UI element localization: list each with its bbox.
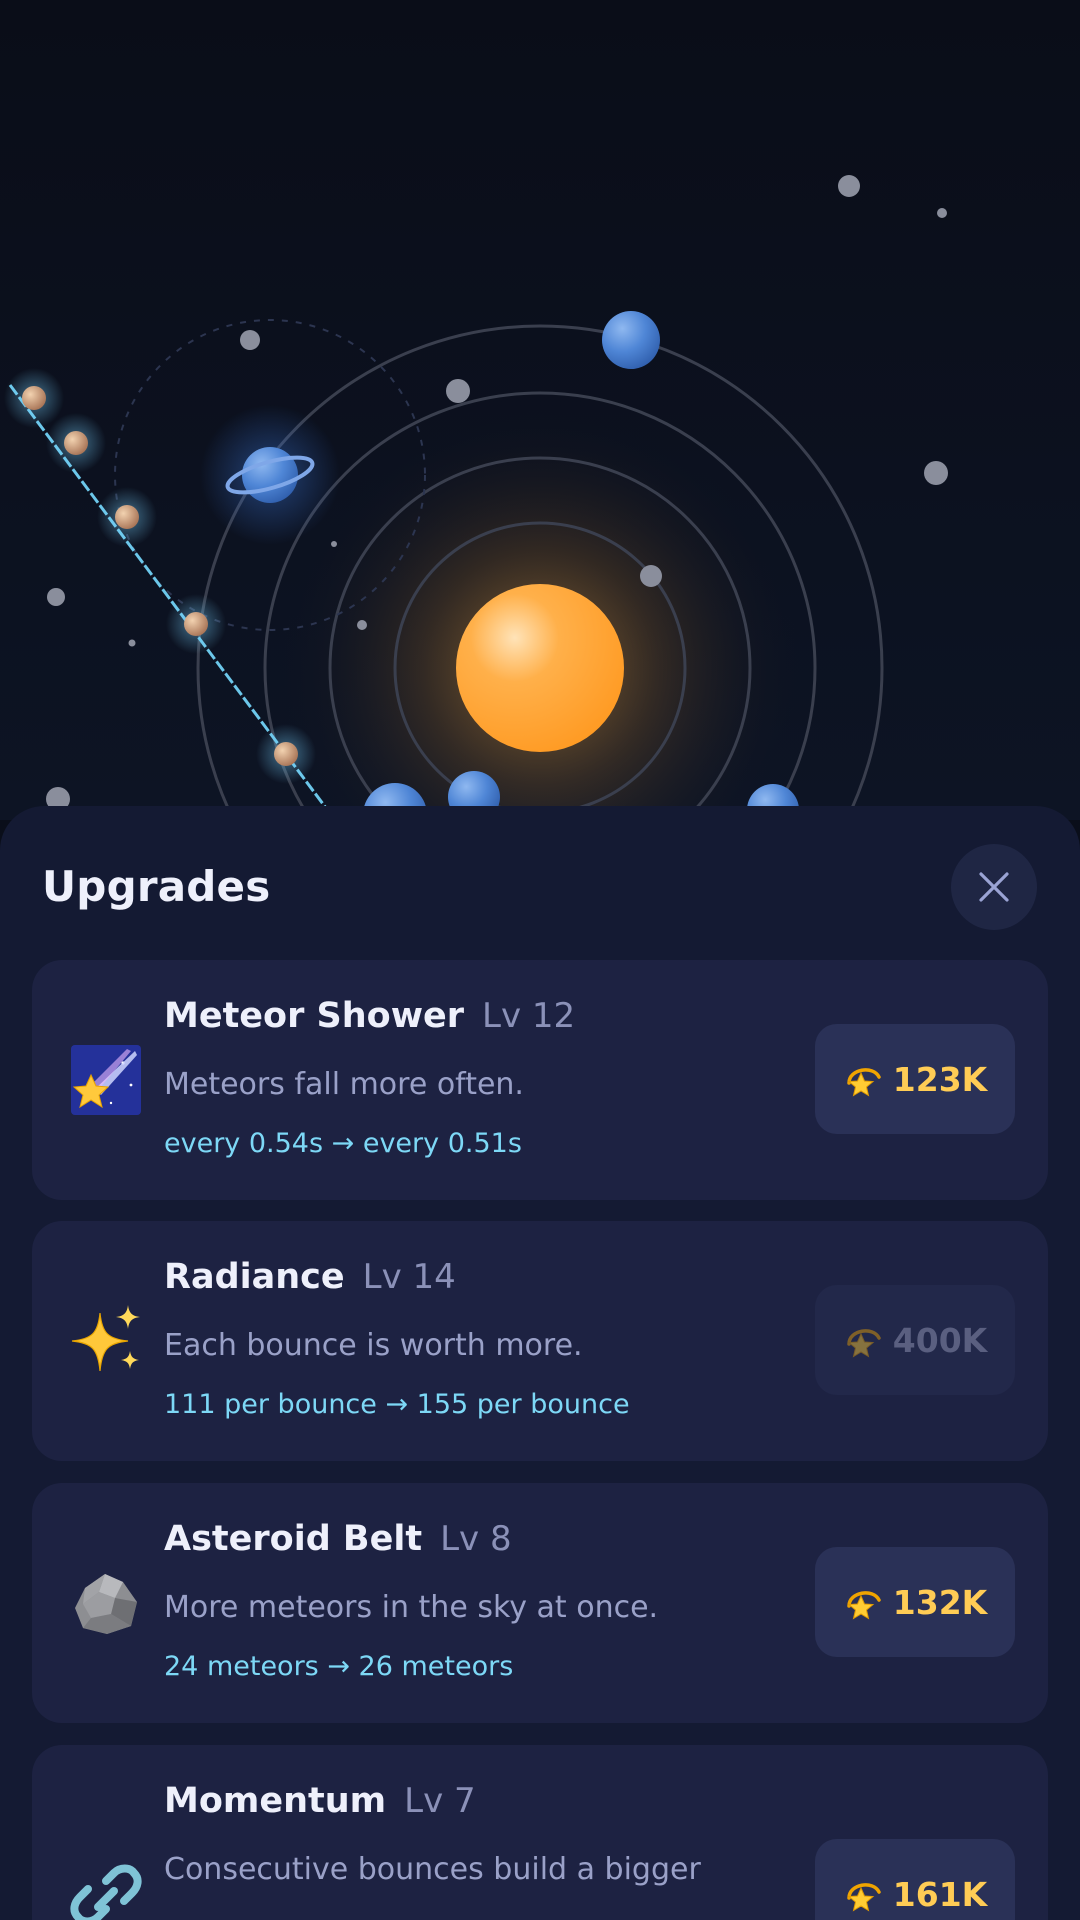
dizzy-star-icon — [847, 1591, 881, 1620]
ringed-planet[interactable] — [200, 405, 340, 545]
dizzy-star-icon — [847, 1329, 881, 1358]
upgrade-effect: every 0.54s → every 0.51s — [164, 1128, 522, 1159]
upgrade-name: Asteroid Belt — [164, 1519, 423, 1559]
panel-title: Upgrades — [42, 862, 271, 911]
upgrade-card-momentum: Momentum Lv 7 Consecutive bounces build … — [32, 1745, 1048, 1920]
close-button[interactable] — [951, 844, 1037, 930]
solar-system-scene[interactable] — [0, 0, 1080, 820]
upgrade-price: 132K — [892, 1582, 988, 1622]
upgrade-level: Lv 7 — [404, 1781, 476, 1821]
upgrade-card-meteor-shower: Meteor Shower Lv 12 Meteors fall more of… — [32, 960, 1048, 1200]
close-icon — [979, 872, 1009, 902]
upgrade-name: Meteor Shower — [164, 996, 465, 1036]
upgrade-level: Lv 14 — [362, 1257, 456, 1297]
upgrade-description: Meteors fall more often. — [164, 1067, 524, 1102]
upgrade-card-asteroid-belt: Asteroid Belt Lv 8 More meteors in the s… — [32, 1483, 1048, 1723]
upgrade-price: 123K — [892, 1059, 988, 1099]
upgrade-price: 161K — [892, 1874, 988, 1914]
upgrade-level: Lv 8 — [440, 1519, 512, 1559]
link-icon — [66, 1855, 146, 1920]
upgrade-level: Lv 12 — [482, 996, 576, 1036]
sparkles-icon — [66, 1301, 146, 1381]
upgrade-name: Momentum — [164, 1781, 387, 1821]
upgrade-effect: 24 meteors → 26 meteors — [164, 1651, 514, 1682]
buy-button-momentum[interactable]: 161K — [815, 1839, 1015, 1920]
shooting-star-icon — [66, 1040, 146, 1120]
upgrade-card-radiance: Radiance Lv 14 Each bounce is worth more… — [32, 1221, 1048, 1461]
upgrade-description: Each bounce is worth more. — [164, 1328, 583, 1363]
sun[interactable] — [456, 584, 624, 752]
buy-button-asteroid-belt[interactable]: 132K — [815, 1547, 1015, 1657]
upgrades-panel: Upgrades Meteor Shower Lv 12 Meteors fal… — [0, 806, 1080, 1920]
upgrade-description: More meteors in the sky at once. — [164, 1590, 659, 1625]
dizzy-star-icon — [847, 1883, 881, 1912]
upgrade-effect: 111 per bounce → 155 per bounce — [164, 1389, 630, 1420]
planet-top[interactable] — [602, 311, 660, 369]
rock-icon — [66, 1563, 146, 1643]
upgrade-name: Radiance — [164, 1257, 345, 1297]
dizzy-star-icon — [847, 1068, 881, 1097]
panel-header: Upgrades — [0, 806, 1080, 956]
upgrade-description: Consecutive bounces build a bigger — [164, 1852, 701, 1887]
buy-button-radiance[interactable]: 400K — [815, 1285, 1015, 1395]
buy-button-meteor-shower[interactable]: 123K — [815, 1024, 1015, 1134]
upgrade-price: 400K — [892, 1320, 988, 1360]
